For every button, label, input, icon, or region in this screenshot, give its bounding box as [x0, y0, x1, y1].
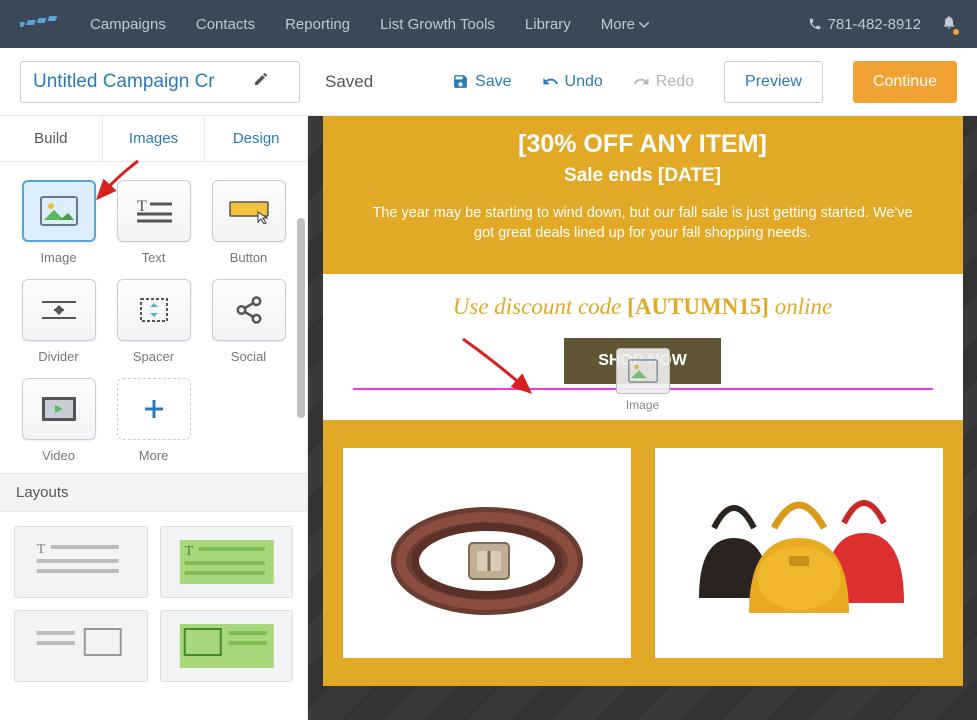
- nav-library[interactable]: Library: [525, 16, 571, 33]
- nav-campaigns[interactable]: Campaigns: [90, 16, 166, 33]
- spacer-icon: [137, 295, 171, 325]
- layout-2[interactable]: T: [160, 526, 294, 598]
- toolbar: Saved Save Undo Redo Preview Continue: [0, 48, 977, 116]
- product-bags-image: [674, 468, 924, 638]
- block-button[interactable]: Button: [208, 180, 289, 265]
- notifications-icon[interactable]: [941, 13, 957, 35]
- plus-icon: [142, 397, 166, 421]
- logo[interactable]: [20, 14, 60, 34]
- sidebar-scrollbar[interactable]: [297, 218, 305, 418]
- undo-icon: [542, 73, 559, 90]
- social-icon: [233, 295, 265, 325]
- layout-4[interactable]: [160, 610, 294, 682]
- continue-button[interactable]: Continue: [853, 61, 957, 103]
- block-divider[interactable]: Divider: [18, 279, 99, 364]
- product-belt-image: [377, 483, 597, 623]
- image-icon: [628, 359, 658, 383]
- block-social[interactable]: Social: [208, 279, 289, 364]
- save-button[interactable]: Save: [452, 73, 511, 91]
- top-nav: Campaigns Contacts Reporting List Growth…: [0, 0, 977, 48]
- promo-section[interactable]: Use discount code [AUTUMN15] online SHOP…: [323, 274, 963, 420]
- tab-build[interactable]: Build: [0, 116, 103, 161]
- canvas[interactable]: [30% OFF ANY ITEM] Sale ends [DATE] The …: [308, 116, 977, 720]
- divider-icon: [40, 296, 78, 324]
- redo-button: Redo: [633, 73, 694, 91]
- annotation-arrow-canvas: [458, 334, 548, 404]
- redo-icon: [633, 73, 650, 90]
- button-icon: [228, 198, 270, 224]
- edit-icon[interactable]: [253, 71, 269, 92]
- svg-text:T: T: [137, 198, 147, 215]
- nav-reporting[interactable]: Reporting: [285, 16, 350, 33]
- hero-subtitle: Sale ends [DATE]: [363, 165, 923, 187]
- save-status: Saved: [325, 72, 373, 92]
- block-spacer[interactable]: Spacer: [113, 279, 194, 364]
- hero-body: The year may be starting to wind down, b…: [363, 203, 923, 244]
- tab-design[interactable]: Design: [205, 116, 307, 161]
- undo-button[interactable]: Undo: [542, 73, 603, 91]
- preview-button[interactable]: Preview: [724, 61, 823, 103]
- text-icon: T: [134, 197, 174, 225]
- campaign-title-input[interactable]: [33, 71, 253, 93]
- image-icon: [40, 196, 78, 226]
- layout-3[interactable]: [14, 610, 148, 682]
- svg-text:T: T: [37, 542, 46, 557]
- sidebar-tabs: Build Images Design: [0, 116, 307, 162]
- layout-1[interactable]: T: [14, 526, 148, 598]
- hero-section[interactable]: [30% OFF ANY ITEM] Sale ends [DATE] The …: [323, 116, 963, 274]
- phone-icon: [808, 17, 822, 31]
- nav-more[interactable]: More: [601, 16, 649, 33]
- layouts-header: Layouts: [0, 473, 307, 512]
- block-video[interactable]: Video: [18, 378, 99, 463]
- block-more[interactable]: More: [113, 378, 194, 463]
- email-body: [30% OFF ANY ITEM] Sale ends [DATE] The …: [323, 116, 963, 686]
- block-image[interactable]: Image: [18, 180, 99, 265]
- product-1[interactable]: [343, 448, 631, 658]
- campaign-title-box[interactable]: [20, 61, 300, 103]
- hero-title: [30% OFF ANY ITEM]: [363, 130, 923, 159]
- tab-images[interactable]: Images: [103, 116, 206, 161]
- products-row[interactable]: [323, 420, 963, 686]
- save-icon: [452, 73, 469, 90]
- svg-text:T: T: [184, 544, 193, 559]
- phone-number[interactable]: 781-482-8912: [808, 16, 921, 33]
- sidebar: Build Images Design Image T Text Button …: [0, 116, 308, 720]
- video-icon: [39, 394, 79, 424]
- drag-ghost: Image: [611, 348, 675, 412]
- block-text[interactable]: T Text: [113, 180, 194, 265]
- nav-contacts[interactable]: Contacts: [196, 16, 255, 33]
- product-2[interactable]: [655, 448, 943, 658]
- drop-indicator: Image: [353, 388, 933, 390]
- nav-list-growth[interactable]: List Growth Tools: [380, 16, 495, 33]
- promo-code-text: Use discount code [AUTUMN15] online: [353, 294, 933, 320]
